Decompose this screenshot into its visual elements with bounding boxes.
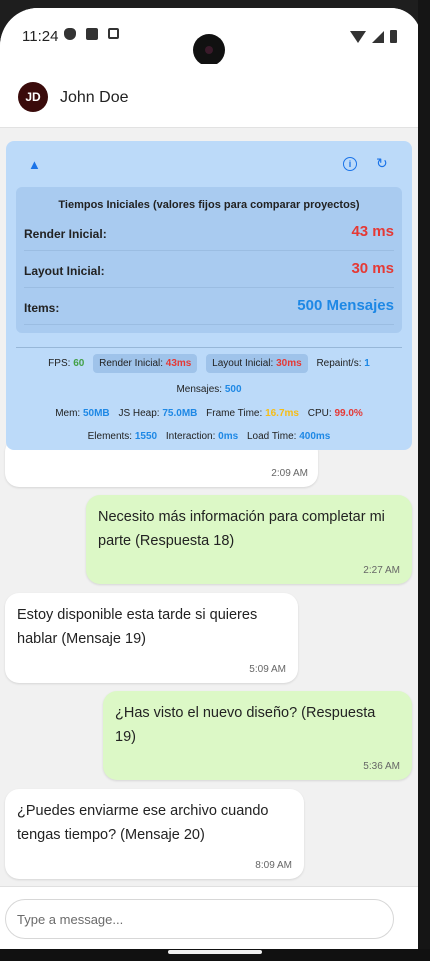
layout-chip: Layout Inicial: 30ms bbox=[206, 354, 308, 373]
performance-panel: ▲ i ↻ Tiempos Iniciales (valores fijos p… bbox=[6, 141, 412, 450]
signal-icon bbox=[372, 30, 384, 43]
render-chip: Render Inicial: 43ms bbox=[93, 354, 198, 373]
device-frame: 11:24 JD John Doe 2:09 AM Necesito más i… bbox=[0, 0, 430, 961]
system-icons bbox=[350, 30, 397, 43]
message-bubble-outgoing[interactable]: Necesito más información para completar … bbox=[86, 495, 412, 584]
avatar[interactable]: JD bbox=[18, 82, 48, 112]
notification-icons bbox=[64, 28, 119, 40]
initial-times-card: Tiempos Iniciales (valores fijos para co… bbox=[16, 187, 402, 333]
message-time: 8:09 AM bbox=[255, 860, 292, 871]
message-time: 5:36 AM bbox=[363, 761, 400, 772]
message-text: Necesito más información para completar … bbox=[98, 509, 385, 549]
status-time: 11:24 bbox=[22, 28, 59, 45]
metric-label: Layout Inicial: bbox=[24, 264, 105, 278]
message-time: 5:09 AM bbox=[249, 664, 286, 675]
contact-name[interactable]: John Doe bbox=[60, 89, 129, 107]
fps-stat: FPS: 60 bbox=[48, 358, 85, 369]
metric-value: 500 Mensajes bbox=[297, 297, 394, 314]
metric-label: Items: bbox=[24, 301, 60, 315]
message-text: ¿Puedes enviarme ese archivo cuando teng… bbox=[17, 803, 269, 843]
stats-line-2: Mensajes: 500 bbox=[16, 384, 402, 395]
collapse-icon[interactable]: ▲ bbox=[28, 157, 41, 172]
stats-line-4: Elements: 1550 Interaction: 0ms Load Tim… bbox=[16, 431, 402, 442]
mensajes-stat: Mensajes: 500 bbox=[176, 384, 242, 395]
metric-row-layout: Layout Inicial: 30 ms bbox=[24, 252, 394, 288]
navigation-handle[interactable] bbox=[168, 950, 262, 954]
refresh-icon[interactable]: ↻ bbox=[376, 155, 388, 172]
metric-row-items: Items: 500 Mensajes bbox=[24, 289, 394, 325]
app-screen: 11:24 JD John Doe 2:09 AM Necesito más i… bbox=[0, 8, 421, 952]
metric-row-render: Render Inicial: 43 ms bbox=[24, 215, 394, 251]
mem-stat: Mem: 50MB bbox=[55, 408, 110, 419]
message-time: 2:09 AM bbox=[271, 468, 308, 479]
message-time: 2:27 AM bbox=[363, 565, 400, 576]
interaction-stat: Interaction: 0ms bbox=[165, 431, 239, 442]
metric-value: 43 ms bbox=[351, 223, 394, 240]
cpu-stat: CPU: 99.0% bbox=[307, 408, 363, 419]
stats-line-1: FPS: 60 Render Inicial: 43ms Layout Inic… bbox=[16, 354, 402, 373]
status-bar: 11:24 bbox=[0, 8, 421, 66]
initial-times-title: Tiempos Iniciales (valores fijos para co… bbox=[58, 199, 360, 211]
metric-label: Render Inicial: bbox=[24, 227, 107, 241]
message-bubble-incoming[interactable]: Estoy disponible esta tarde si quieres h… bbox=[5, 593, 298, 683]
load-time-stat: Load Time: 400ms bbox=[246, 431, 331, 442]
message-input[interactable] bbox=[5, 899, 394, 939]
repaint-stat: Repaint/s: 1 bbox=[316, 358, 370, 369]
message-bubble-outgoing[interactable]: ¿Has visto el nuevo diseño? (Respuesta 1… bbox=[103, 691, 412, 780]
heap-stat: JS Heap: 75.0MB bbox=[118, 408, 198, 419]
front-camera bbox=[193, 34, 225, 66]
stats-line-3: Mem: 50MB JS Heap: 75.0MB Frame Time: 16… bbox=[16, 408, 402, 419]
battery-icon bbox=[390, 30, 397, 43]
message-text: ¿Has visto el nuevo diseño? (Respuesta 1… bbox=[115, 705, 376, 745]
info-icon[interactable]: i bbox=[343, 157, 357, 171]
message-text: Estoy disponible esta tarde si quieres h… bbox=[17, 607, 258, 647]
sd-card-icon bbox=[86, 28, 98, 40]
image-icon bbox=[108, 28, 119, 39]
live-stats: FPS: 60 Render Inicial: 43ms Layout Inic… bbox=[16, 347, 402, 442]
wifi-icon bbox=[350, 30, 366, 43]
chat-header: JD John Doe bbox=[0, 64, 421, 128]
device-bezel bbox=[418, 0, 430, 961]
frame-time-stat: Frame Time: 16.7ms bbox=[206, 408, 299, 419]
metric-value: 30 ms bbox=[351, 260, 394, 277]
composer-bar bbox=[0, 886, 421, 952]
elements-stat: Elements: 1550 bbox=[87, 431, 158, 442]
message-bubble-incoming[interactable]: ¿Puedes enviarme ese archivo cuando teng… bbox=[5, 789, 304, 879]
shield-icon bbox=[64, 28, 76, 40]
